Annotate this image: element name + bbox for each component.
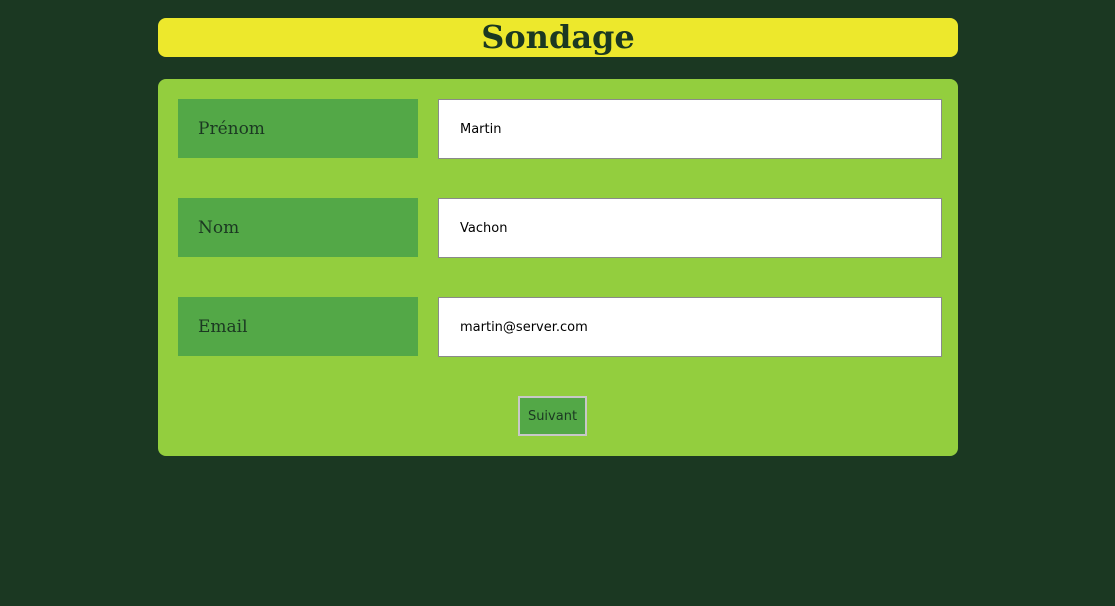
first-name-label: Prénom — [178, 99, 418, 158]
page-header: Sondage — [158, 18, 958, 57]
last-name-label: Nom — [178, 198, 418, 257]
next-button[interactable]: Suivant — [518, 396, 587, 436]
last-name-input[interactable] — [438, 198, 942, 258]
survey-form: Prénom Nom Email Suivant — [158, 79, 958, 456]
email-label: Email — [178, 297, 418, 356]
email-input[interactable] — [438, 297, 942, 357]
page-title: Sondage — [481, 18, 635, 56]
first-name-input[interactable] — [438, 99, 942, 159]
